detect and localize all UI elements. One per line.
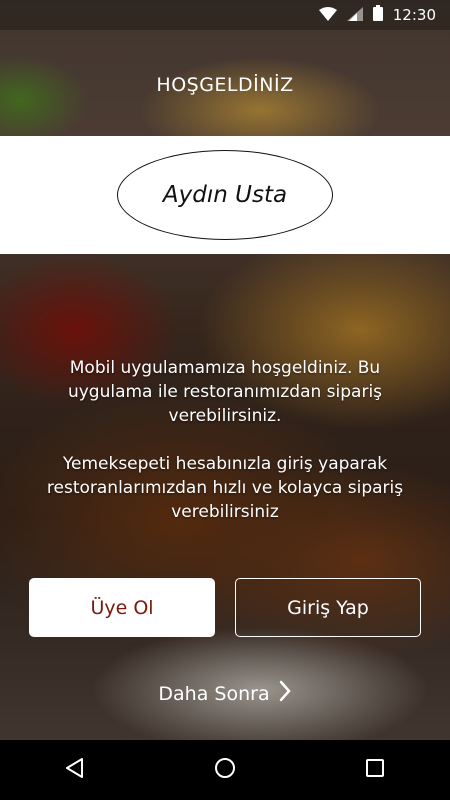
battery-icon [372,5,383,25]
home-icon [214,757,236,783]
status-time: 12:30 [392,6,436,24]
back-icon [64,757,86,783]
later-label: Daha Sonra [158,682,270,705]
register-button-label: Üye Ol [90,596,154,619]
register-button[interactable]: Üye Ol [29,578,215,637]
intro-paragraph-2: Yemeksepeti hesabınızla giriş yaparak re… [46,454,404,522]
home-button[interactable] [195,740,255,800]
welcome-title: HOŞGELDİNİZ [156,74,294,96]
login-button[interactable]: Giriş Yap [235,578,421,637]
intro-paragraph-1: Mobil uygulamamıza hoşgeldiniz. Bu uygul… [67,358,383,426]
logo: Aydın Usta [117,150,333,240]
logo-text: Aydın Usta [162,182,288,208]
wifi-icon [318,6,337,25]
recents-button[interactable] [345,740,405,800]
chevron-right-icon [278,680,292,707]
login-button-label: Giriş Yap [287,596,369,619]
status-bar: 12:30 [0,0,450,30]
back-button[interactable] [45,740,105,800]
recents-icon [365,758,385,782]
logo-band: Aydın Usta [0,136,450,254]
signal-icon [346,6,363,25]
later-link[interactable]: Daha Sonra [0,680,450,707]
nav-bar [0,740,450,800]
